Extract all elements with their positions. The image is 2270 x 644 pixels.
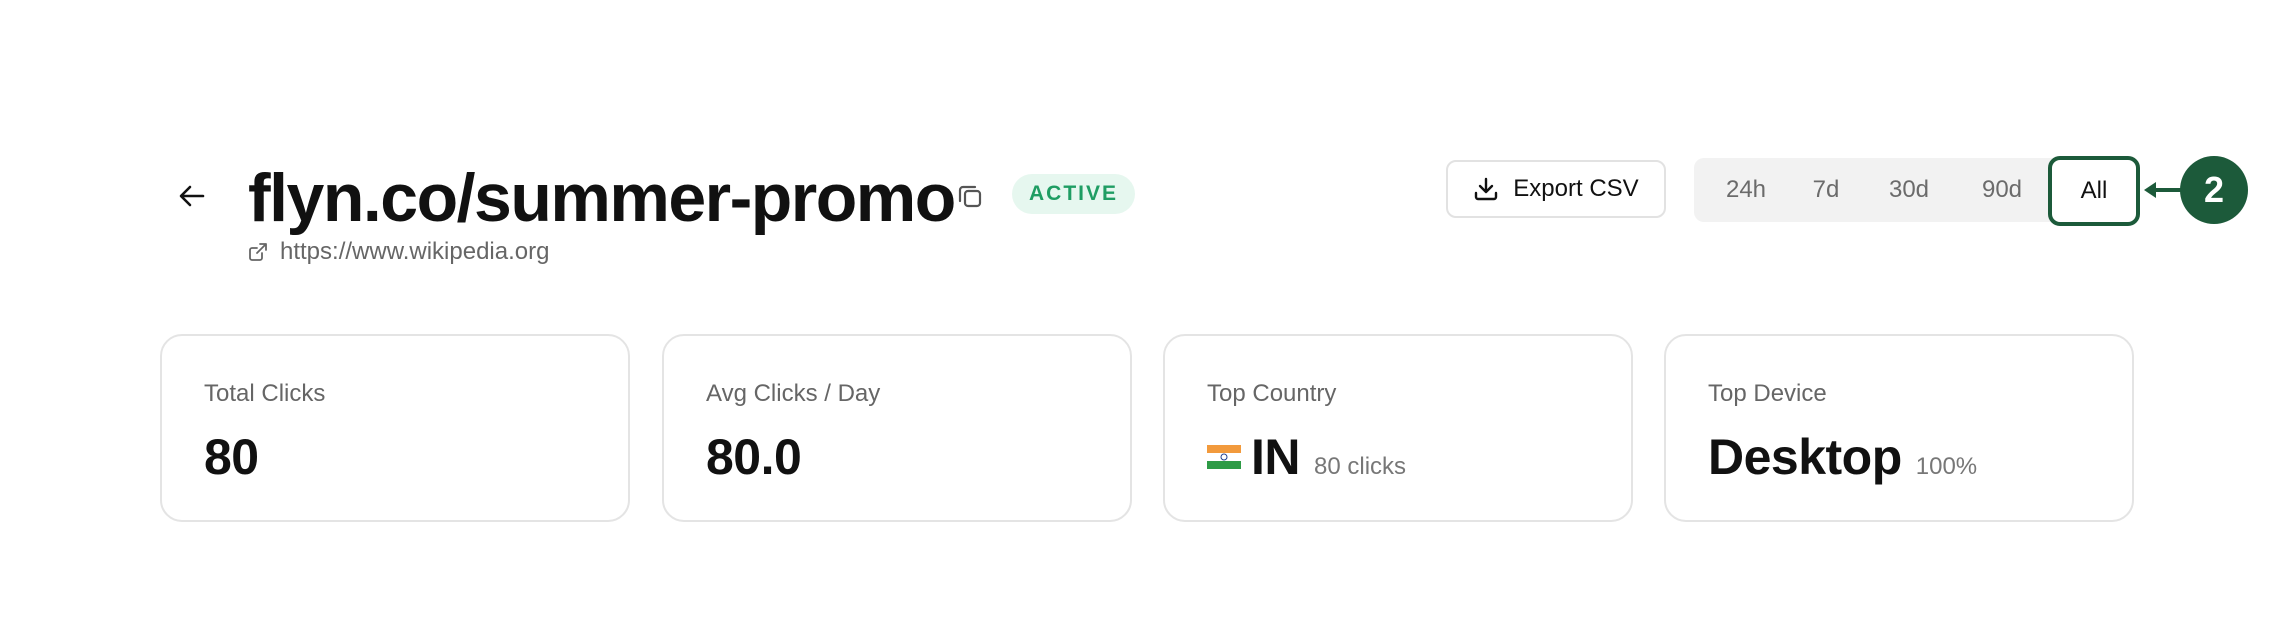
destination-url: https://www.wikipedia.org xyxy=(280,238,550,265)
avg-clicks-card: Avg Clicks / Day 80.0 xyxy=(662,334,1132,522)
total-clicks-card: Total Clicks 80 xyxy=(160,334,630,522)
range-all[interactable]: All xyxy=(2048,156,2140,226)
top-device-percent: 100% xyxy=(1915,453,1978,480)
export-csv-label: Export CSV xyxy=(1513,175,1639,202)
arrow-left-icon xyxy=(179,185,205,207)
range-90d[interactable]: 90d xyxy=(1956,158,2048,222)
export-csv-button[interactable]: Export CSV xyxy=(1446,160,1666,218)
card-label: Top Country xyxy=(1207,380,1337,407)
top-country-card: Top Country IN 80 clicks xyxy=(1163,334,1633,522)
avg-clicks-value: 80.0 xyxy=(706,429,802,485)
top-country-code: IN xyxy=(1251,429,1301,485)
back-button[interactable] xyxy=(172,176,212,216)
time-range-selector: 24h 7d 30d 90d All xyxy=(1694,156,2140,226)
annotation-step-badge: 2 xyxy=(2180,156,2248,224)
page-title: flyn.co/summer-promo xyxy=(248,160,956,236)
top-device-value: Desktop xyxy=(1708,429,1902,485)
india-flag-icon xyxy=(1207,444,1241,469)
card-value-row: Desktop 100% xyxy=(1708,428,1977,486)
copy-button[interactable] xyxy=(952,178,988,214)
top-country-value: IN xyxy=(1207,428,1301,486)
card-label: Avg Clicks / Day xyxy=(706,380,881,407)
total-clicks-value: 80 xyxy=(204,429,259,485)
copy-icon xyxy=(958,185,982,208)
range-30d[interactable]: 30d xyxy=(1864,158,1954,222)
top-device-card: Top Device Desktop 100% xyxy=(1664,334,2134,522)
download-icon xyxy=(1475,177,1498,201)
external-link-icon xyxy=(249,243,267,261)
destination-link[interactable]: https://www.wikipedia.org xyxy=(248,238,549,266)
card-label: Total Clicks xyxy=(204,380,326,407)
card-label: Top Device xyxy=(1708,380,1827,407)
card-value-row: 80.0 xyxy=(706,428,802,486)
status-badge: ACTIVE xyxy=(1012,174,1136,214)
card-value-row: IN 80 clicks xyxy=(1207,428,1406,486)
annotation-arrow-icon xyxy=(2144,182,2182,198)
range-7d[interactable]: 7d xyxy=(1786,158,1866,222)
link-analytics-page: flyn.co/summer-promo ACTIVE https://www.… xyxy=(0,0,2270,644)
range-24h[interactable]: 24h xyxy=(1698,158,1794,222)
top-country-clicks: 80 clicks xyxy=(1314,453,1407,480)
card-value-row: 80 xyxy=(204,428,259,486)
